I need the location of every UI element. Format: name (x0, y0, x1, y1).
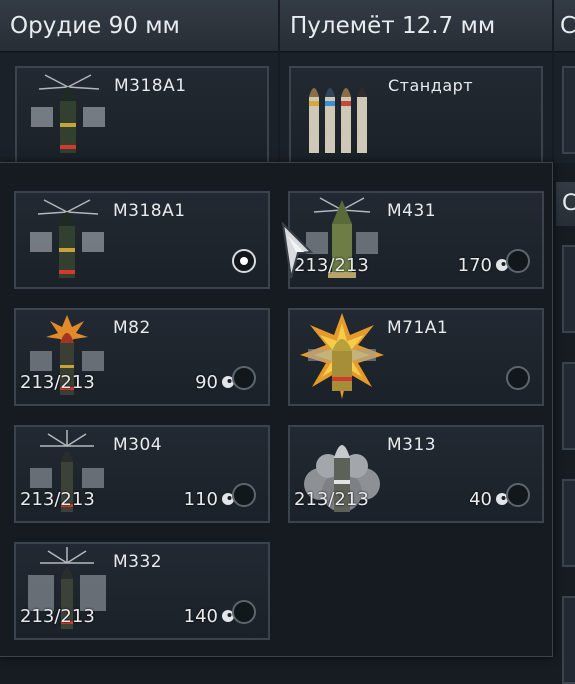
shell-option-m332[interactable]: M332 213/213 140 (14, 542, 270, 640)
side-slot[interactable] (562, 479, 575, 567)
shell-name: M332 (113, 552, 163, 572)
shell-cost: 40 (469, 489, 492, 510)
ammo-count: 213/213 (294, 489, 369, 510)
shell-cost: 110 (183, 489, 218, 510)
shell-name: M82 (113, 318, 151, 338)
shell-name: M431 (387, 201, 437, 221)
side-slot[interactable] (562, 245, 575, 333)
shell-option-m304[interactable]: M304 213/213 110 (14, 425, 270, 523)
shell-name: M71A1 (387, 318, 449, 338)
select-radio[interactable] (232, 366, 256, 390)
ap-shell-icon (31, 74, 105, 153)
shell-option-m431[interactable]: M431 213/213 170 (288, 191, 544, 289)
shell-name: M318A1 (113, 201, 186, 221)
gun-column-header: Орудие 90 мм (0, 0, 278, 52)
shell-name: M304 (113, 435, 163, 455)
side-slot[interactable] (562, 596, 575, 684)
shell-option-m82[interactable]: M82 213/213 90 (14, 308, 270, 406)
select-radio[interactable] (506, 366, 530, 390)
shell-cost: 140 (183, 606, 218, 627)
ammo-count: 213/213 (20, 606, 95, 627)
side-column-header: С (556, 182, 575, 226)
mouse-cursor-icon (281, 222, 314, 279)
shell-name: M313 (387, 435, 437, 455)
select-radio[interactable] (232, 600, 256, 624)
third-column-header: С (554, 0, 575, 52)
shell-option-m71a1[interactable]: M71A1 (288, 308, 544, 406)
select-radio[interactable] (232, 483, 256, 507)
he-shell-icon (300, 313, 384, 399)
select-radio[interactable] (506, 249, 530, 273)
shell-cost: 170 (457, 255, 492, 276)
ammo-count: 213/213 (20, 372, 95, 393)
shell-cost: 90 (195, 372, 218, 393)
ap-shell-icon (30, 199, 104, 278)
mg-column-header: Пулемёт 12.7 мм (280, 0, 552, 52)
shell-option-m313[interactable]: M313 213/213 40 (288, 425, 544, 523)
shell-name: M318A1 (114, 76, 187, 96)
side-slot[interactable] (562, 362, 575, 450)
mg-belt-icon (309, 88, 367, 153)
ammo-count: 213/213 (20, 489, 95, 510)
selected-radio[interactable] (232, 249, 256, 273)
shell-option-m318a1[interactable]: M318A1 (14, 191, 270, 289)
ammo-selection-popup: M318A1 M431 213/213 170 M82 213/213 90 M… (0, 162, 553, 657)
belt-name: Стандарт (388, 76, 474, 95)
select-radio[interactable] (506, 483, 530, 507)
gun-shell-slot[interactable]: M318A1 (15, 66, 269, 166)
mg-belt-slot[interactable]: Стандарт (289, 66, 543, 166)
